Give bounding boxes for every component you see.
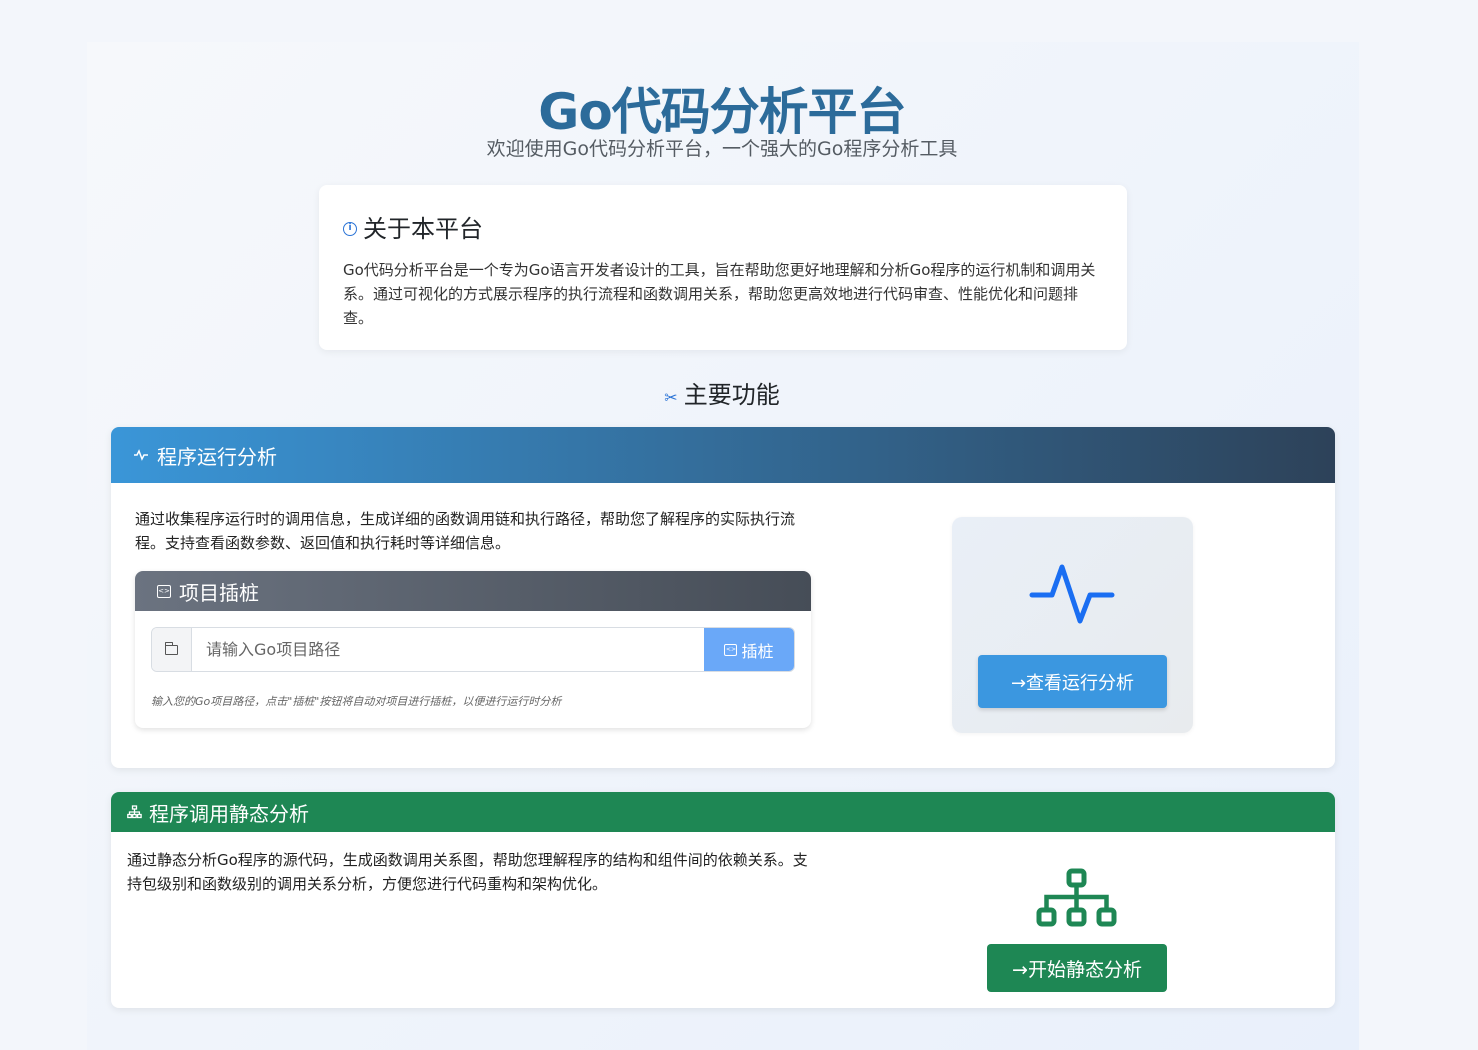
about-text: Go代码分析平台是一个专为Go语言开发者设计的工具，旨在帮助您更好地理解和分析G… <box>343 261 1096 327</box>
diagram-large-icon <box>1036 868 1117 927</box>
instrument-button-label: 插桩 <box>741 641 774 661</box>
code-square-icon: <> <box>724 643 738 656</box>
static-card-title: 程序调用静态分析 <box>149 801 309 826</box>
runtime-card-title: 程序运行分析 <box>157 444 277 469</box>
info-icon: i <box>343 221 357 236</box>
start-static-analysis-button[interactable]: →开始静态分析 <box>987 944 1167 992</box>
instrument-button[interactable]: <> 插桩 <box>704 628 794 671</box>
view-runtime-analysis-button[interactable]: →查看运行分析 <box>978 655 1167 708</box>
page-subtitle: 欢迎使用Go代码分析平台，一个强大的Go程序分析工具 <box>486 138 958 160</box>
features-title: 主要功能 <box>683 381 780 409</box>
static-analysis-card: 程序调用静态分析 通过静态分析Go程序的源代码，生成函数调用关系图，帮助您理解程… <box>111 792 1335 1008</box>
diagram-icon <box>127 805 142 819</box>
instrument-header: <> 项目插桩 <box>135 571 811 611</box>
runtime-action-panel: →查看运行分析 <box>952 517 1193 733</box>
about-header: i 关于本平台 <box>343 209 1103 244</box>
pulse-large-icon <box>1029 564 1115 624</box>
folder-icon <box>164 641 178 655</box>
runtime-card-header: 程序运行分析 <box>111 427 1335 483</box>
instrument-hint: 输入您的Go项目路径，点击"插桩"按钮将自动对项目进行插桩，以便进行运行时分析 <box>151 695 562 708</box>
runtime-description: 通过收集程序运行时的调用信息，生成详细的函数调用链和执行路径，帮助您了解程序的实… <box>135 510 796 552</box>
about-title: 关于本平台 <box>363 215 483 243</box>
static-card-header: 程序调用静态分析 <box>111 792 1335 832</box>
project-path-input[interactable] <box>192 628 704 671</box>
runtime-analysis-card: 程序运行分析 通过收集程序运行时的调用信息，生成详细的函数调用链和执行路径，帮助… <box>111 427 1335 768</box>
features-heading: ✂ 主要功能 <box>0 375 1444 410</box>
instrument-panel: <> 项目插桩 <> 插桩 输入您的Go项目路径，点击"插桩"按钮将自动对项目进… <box>135 571 811 728</box>
tools-icon: ✂ <box>664 388 678 407</box>
code-square-icon: <> <box>157 584 171 598</box>
pulse-icon <box>134 449 148 461</box>
project-path-group: <> 插桩 <box>151 627 795 672</box>
about-card: i 关于本平台 Go代码分析平台是一个专为Go语言开发者设计的工具，旨在帮助您更… <box>319 185 1127 350</box>
folder-icon-box <box>152 628 192 671</box>
instrument-title: 项目插桩 <box>179 580 259 605</box>
static-description: 通过静态分析Go程序的源代码，生成函数调用关系图，帮助您理解程序的结构和组件间的… <box>127 851 808 893</box>
